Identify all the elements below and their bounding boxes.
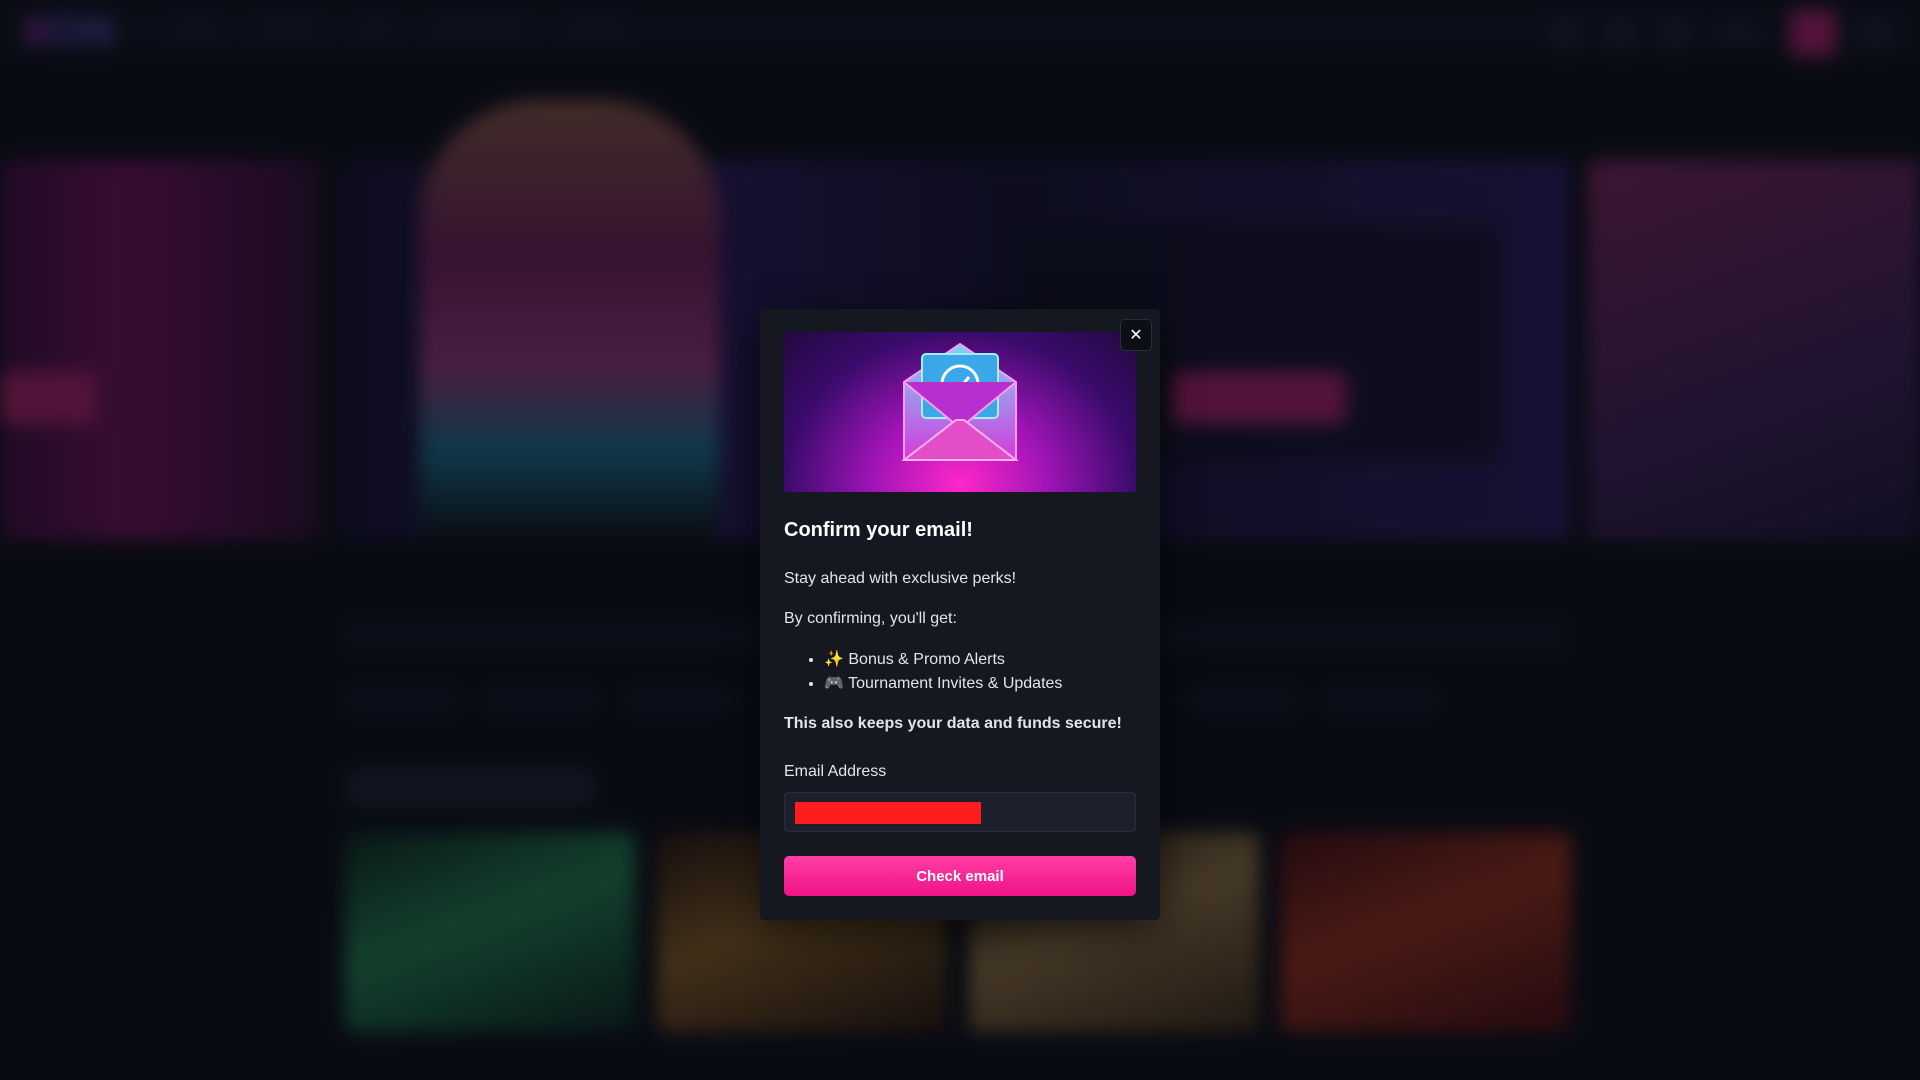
redacted-email [795, 802, 981, 824]
envelope-check-icon [901, 342, 1019, 461]
modal-intro: Stay ahead with exclusive perks! [784, 570, 1017, 587]
close-icon[interactable]: ✕ [1120, 319, 1152, 351]
modal-title: Confirm your email! [784, 519, 973, 541]
modal-banner [784, 332, 1136, 492]
modal-lead: By confirming, you'll get: [784, 610, 957, 627]
email-label: Email Address [784, 763, 887, 780]
secure-note: This also keeps your data and funds secu… [784, 715, 1122, 732]
check-email-button[interactable]: Check email [784, 856, 1136, 896]
perk-tournament: 🎮 Tournament Invites & Updates [824, 672, 1062, 696]
perk-bonus: ✨ Bonus & Promo Alerts [824, 648, 1062, 672]
perks-list: ✨ Bonus & Promo Alerts 🎮 Tournament Invi… [806, 648, 1062, 696]
